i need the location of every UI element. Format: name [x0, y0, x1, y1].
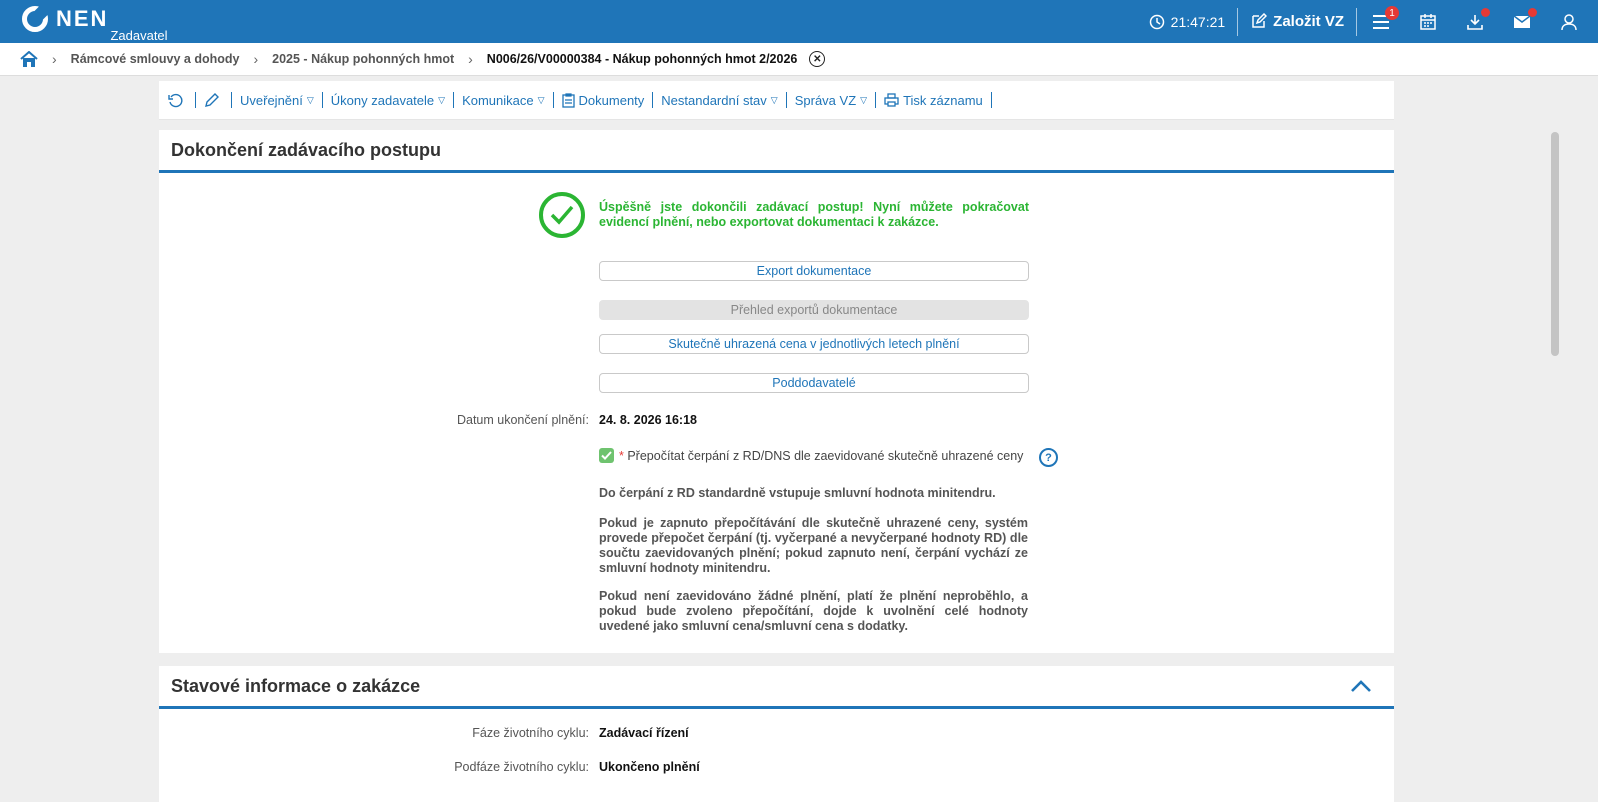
end-date-value: 24. 8. 2026 16:18	[599, 413, 697, 427]
completion-panel-header: Dokončení zadávacího postupu	[159, 130, 1394, 173]
menu-documents-label: Dokumenty	[578, 92, 645, 108]
menu-contracting-actions[interactable]: Úkony zadavatele ▽	[323, 92, 455, 108]
create-vz-label: Založit VZ	[1273, 13, 1344, 30]
export-overview-button[interactable]: Přehled exportů dokumentace	[599, 300, 1029, 320]
notification-badge: 1	[1385, 6, 1399, 20]
refresh-icon	[168, 93, 183, 107]
home-link[interactable]	[20, 50, 38, 68]
end-date-label: Datum ukončení plnění:	[456, 413, 589, 427]
edit-icon	[1252, 13, 1268, 28]
lifecycle-phase-label: Fáze životního cyklu:	[472, 726, 589, 740]
chevron-right-icon: ›	[468, 51, 473, 67]
home-icon	[20, 50, 38, 67]
refresh-button[interactable]	[159, 92, 196, 108]
breadcrumb-item-fuel-2025[interactable]: 2025 - Nákup pohonných hmot	[272, 52, 454, 66]
status-panel: Stavové informace o zakázce Fáze životní…	[159, 666, 1394, 802]
completion-panel: Dokončení zadávacího postupu Úspěšně jst…	[159, 130, 1394, 653]
session-clock: 21:47:21	[1149, 13, 1226, 30]
menu-documents[interactable]: Dokumenty	[554, 92, 654, 108]
menu-communication-label: Komunikace	[462, 92, 534, 108]
help-icon[interactable]: ?	[1039, 448, 1058, 467]
menu-contracting-actions-label: Úkony zadavatele	[330, 92, 435, 108]
download-icon	[1466, 14, 1483, 30]
checkmark-icon	[601, 451, 612, 460]
logo-ring-icon	[22, 6, 48, 32]
action-toolbar: Uveřejnění ▽ Úkony zadavatele ▽ Komunikace…	[159, 81, 1394, 120]
mail-alert-dot	[1528, 8, 1537, 17]
menu-publication[interactable]: Uveřejnění ▽	[232, 92, 323, 108]
triangle-down-icon: ▽	[306, 94, 314, 105]
logo-subtitle: Zadavatel	[110, 28, 168, 43]
recalc-label-text: Přepočítat čerpání z RD/DNS dle zaevidov…	[627, 449, 1024, 463]
completion-panel-title: Dokončení zadávacího postupu	[171, 139, 442, 160]
top-bar: NEN Zadavatel 21:47:21 Založit VZ 1	[0, 0, 1598, 43]
top-right-tools: 21:47:21 Založit VZ 1	[1149, 0, 1598, 43]
triangle-down-icon: ▽	[860, 94, 868, 105]
menu-print-record-label: Tisk záznamu	[903, 92, 983, 108]
breadcrumb: › Rámcové smlouvy a dohody › 2025 - Náku…	[0, 43, 1598, 76]
breadcrumb-current: N006/26/V00000384 - Nákup pohonných hmot…	[486, 52, 798, 66]
menu-communication[interactable]: Komunikace ▽	[454, 92, 554, 108]
export-documentation-button[interactable]: Export dokumentace	[599, 261, 1029, 281]
edit-button[interactable]	[196, 92, 232, 108]
messages-button[interactable]	[1498, 0, 1545, 43]
page-scrollbar[interactable]	[1551, 132, 1559, 356]
actual-price-button[interactable]: Skutečně uhrazená cena v jednotlivých le…	[599, 334, 1029, 354]
recalc-checkbox[interactable]	[599, 448, 614, 463]
pencil-icon	[205, 92, 219, 107]
chevron-right-icon: ›	[253, 51, 259, 67]
download-alert-dot	[1481, 8, 1490, 17]
menu-nonstandard-state-label: Nestandardní stav	[661, 92, 767, 108]
menu-publication-label: Uveřejnění	[240, 92, 303, 108]
chevron-right-icon: ›	[52, 51, 57, 67]
info-paragraph-1: Do čerpání z RD standardně vstupuje smlu…	[599, 486, 996, 500]
success-message: Úspěšně jste dokončili zadávací postup! …	[539, 192, 1029, 238]
triangle-down-icon: ▽	[438, 94, 446, 105]
menu-nonstandard-state[interactable]: Nestandardní stav ▽	[653, 92, 787, 108]
calendar-icon	[1419, 13, 1436, 30]
clock-time: 21:47:21	[1170, 13, 1226, 30]
menu-button[interactable]: 1	[1357, 0, 1404, 43]
close-icon[interactable]: ✕	[809, 51, 826, 67]
mail-icon	[1513, 14, 1530, 28]
lifecycle-subphase-label: Podfáze životního cyklu:	[454, 760, 589, 774]
download-button[interactable]	[1451, 0, 1498, 43]
info-paragraph-2: Pokud je zapnuto přepočítávání dle skute…	[599, 516, 1028, 575]
subcontractors-button[interactable]: Poddodavatelé	[599, 373, 1029, 393]
calendar-button[interactable]	[1404, 0, 1451, 43]
menu-vz-management[interactable]: Správa VZ ▽	[787, 92, 877, 108]
status-panel-header[interactable]: Stavové informace o zakázce	[159, 666, 1394, 709]
menu-print-record[interactable]: Tisk záznamu	[876, 92, 992, 108]
chevron-up-icon[interactable]	[1350, 679, 1372, 693]
triangle-down-icon: ▽	[537, 94, 545, 105]
user-icon	[1560, 13, 1577, 30]
printer-icon	[884, 93, 899, 107]
nen-logo[interactable]: NEN Zadavatel	[22, 4, 168, 43]
success-text: Úspěšně jste dokončili zadávací postup! …	[599, 200, 1029, 229]
triangle-down-icon: ▽	[770, 94, 778, 105]
success-check-icon	[539, 192, 585, 238]
status-panel-title: Stavové informace o zakázce	[171, 675, 421, 696]
user-button[interactable]	[1545, 0, 1592, 43]
menu-vz-management-label: Správa VZ	[794, 92, 857, 108]
logo-text: NEN	[56, 6, 109, 31]
breadcrumb-item-framework[interactable]: Rámcové smlouvy a dohody	[71, 52, 240, 66]
recalc-label: * Přepočítat čerpání z RD/DNS dle zaevid…	[619, 449, 1023, 463]
info-paragraph-3: Pokud není zaevidováno žádné plnění, pla…	[599, 589, 1028, 633]
lifecycle-phase-value: Zadávací řízení	[599, 726, 689, 740]
clock-icon	[1149, 14, 1164, 29]
document-icon	[561, 92, 575, 108]
lifecycle-subphase-value: Ukončeno plnění	[599, 760, 700, 774]
create-vz-button[interactable]: Založit VZ	[1238, 13, 1356, 30]
